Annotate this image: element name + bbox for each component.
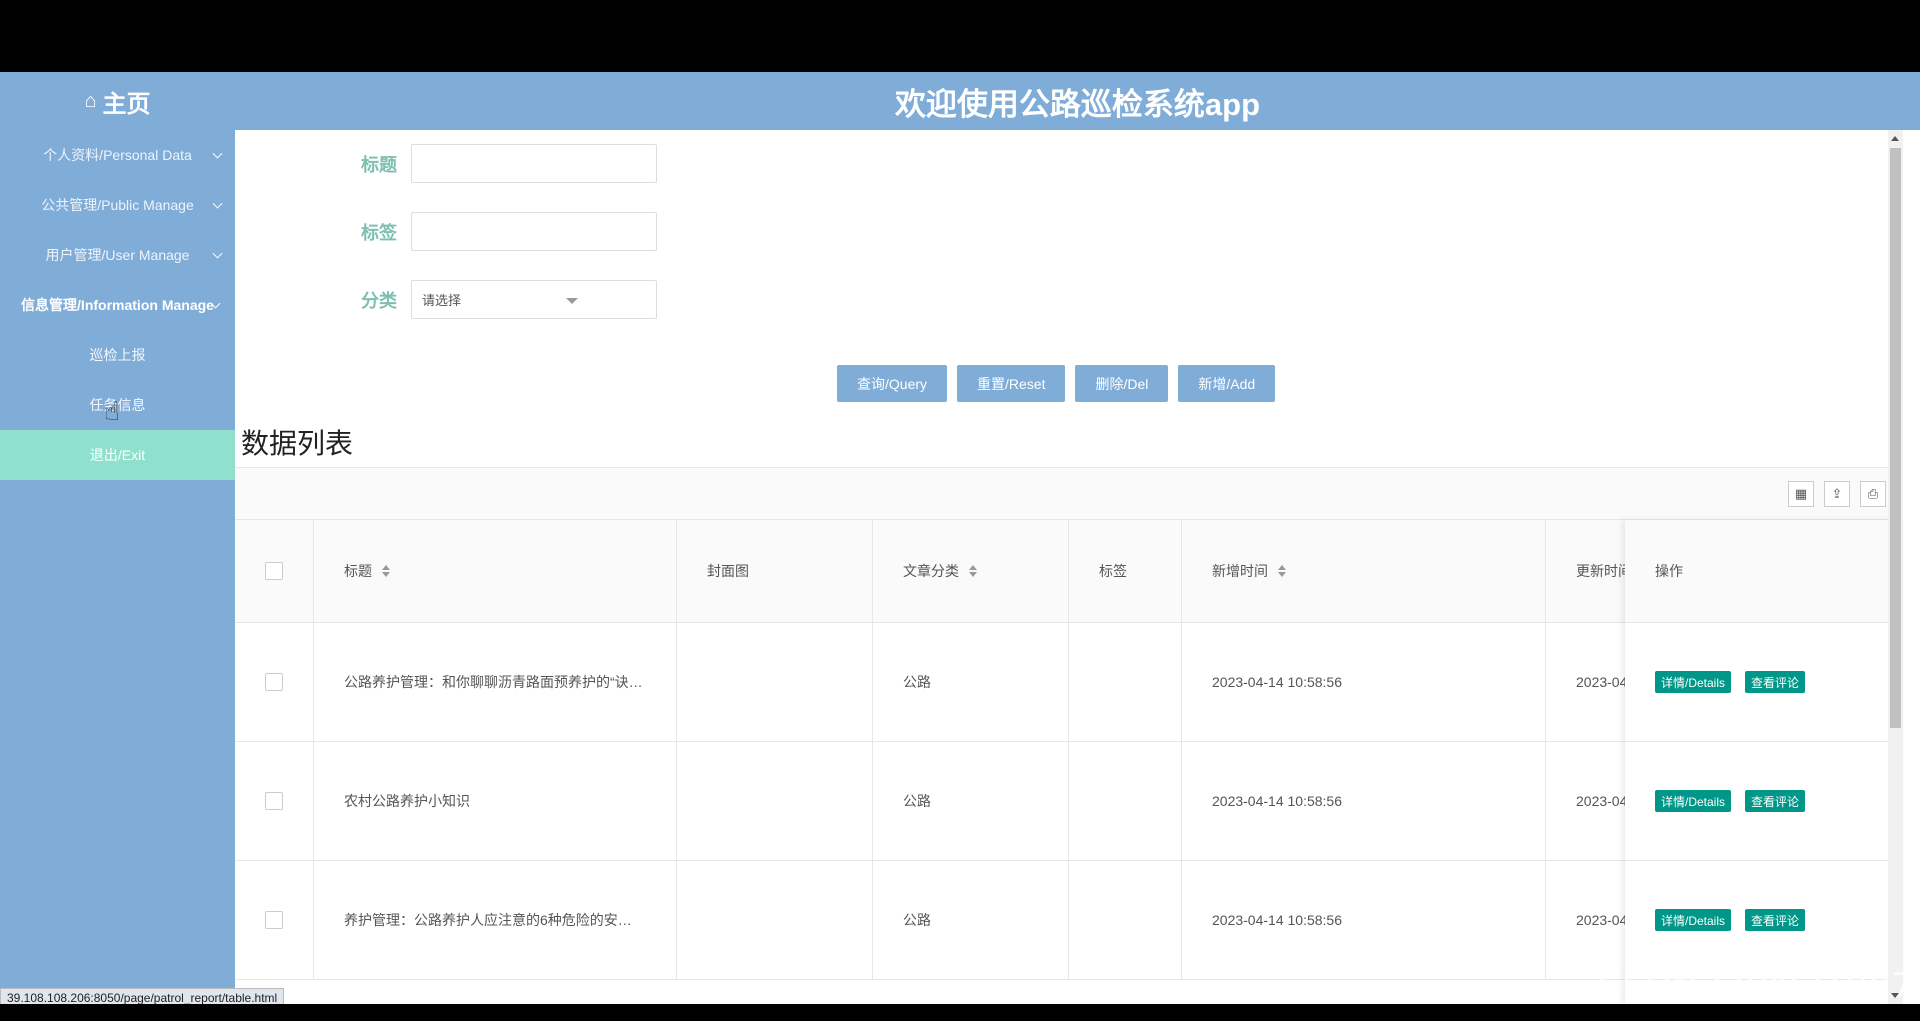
chevron-down-icon xyxy=(212,148,223,159)
header-select-cell xyxy=(235,520,314,622)
header-tag: 标签 xyxy=(1069,520,1182,622)
row-checkbox[interactable] xyxy=(265,911,283,929)
sort-icon[interactable] xyxy=(1278,565,1286,577)
scrollbar-thumb[interactable] xyxy=(1890,148,1901,728)
row-created: 2023-04-14 10:58:56 xyxy=(1182,623,1546,741)
columns-filter-icon[interactable]: ▦ xyxy=(1788,481,1814,507)
data-list-title: 数据列表 xyxy=(241,428,354,459)
row-category: 公路 xyxy=(873,861,1069,979)
details-button[interactable]: 详情/Details xyxy=(1655,790,1732,812)
sidebar: 个人资料/Personal Data 公共管理/Public Manage 用户… xyxy=(0,130,235,1004)
view-comments-button[interactable]: 查看评论 xyxy=(1745,671,1806,693)
tag-label: 标签 xyxy=(361,222,397,243)
home-label: 主页 xyxy=(102,90,151,118)
query-button[interactable]: 查询/Query xyxy=(837,365,948,402)
row-title: 公路养护管理：和你聊聊沥青路面预养护的“诀… xyxy=(314,623,677,741)
sidebar-item-label: 公共管理/Public Manage xyxy=(41,197,194,213)
category-select-value: 请选择 xyxy=(422,293,462,308)
details-button[interactable]: 详情/Details xyxy=(1655,909,1732,931)
tag-input[interactable] xyxy=(411,212,657,251)
header-bar: ⌂ 主页 欢迎使用公路巡检系统app xyxy=(0,72,1920,130)
header-category-label: 文章分类 xyxy=(903,563,959,579)
sidebar-exit-button[interactable]: 退出/Exit xyxy=(0,430,235,480)
row-ops: 详情/Details 查看评论 xyxy=(1625,742,1903,861)
chevron-down-icon xyxy=(212,248,223,259)
header-created[interactable]: 新增时间 xyxy=(1182,520,1546,622)
row-select-cell xyxy=(235,742,314,860)
sidebar-item-label: 信息管理/Information Manage xyxy=(21,297,214,313)
select-all-checkbox[interactable] xyxy=(265,562,283,580)
row-ops: 详情/Details 查看评论 xyxy=(1625,861,1903,980)
delete-button[interactable]: 删除/Del xyxy=(1075,365,1169,402)
sort-icon[interactable] xyxy=(969,565,977,577)
row-title: 农村公路养护小知识 xyxy=(314,742,677,860)
row-select-cell xyxy=(235,861,314,979)
hand-cursor-icon: ☝ xyxy=(104,396,120,426)
row-select-cell xyxy=(235,623,314,741)
row-created: 2023-04-14 10:58:56 xyxy=(1182,742,1546,860)
title-label: 标题 xyxy=(361,154,397,175)
view-comments-button[interactable]: 查看评论 xyxy=(1745,790,1806,812)
app-title: 欢迎使用公路巡检系统app xyxy=(894,86,1261,122)
details-button[interactable]: 详情/Details xyxy=(1655,671,1732,693)
row-cover xyxy=(677,742,873,860)
main-content: 标题 标签 分类 请选择 查询/Query 重置/Reset 删除/Del 新增… xyxy=(235,130,1903,1004)
title-input[interactable] xyxy=(411,144,657,183)
search-category-row: 分类 请选择 xyxy=(235,280,657,319)
export-icon[interactable]: ⇪ xyxy=(1824,481,1850,507)
header-tag-label: 标签 xyxy=(1099,563,1127,579)
row-cover xyxy=(677,623,873,741)
sidebar-item-label: 个人资料/Personal Data xyxy=(43,147,192,163)
header-title[interactable]: 标题 xyxy=(314,520,677,622)
sidebar-item-public-manage[interactable]: 公共管理/Public Manage xyxy=(0,180,235,230)
header-cover: 封面图 xyxy=(677,520,873,622)
app-window: ⌂ 主页 欢迎使用公路巡检系统app 个人资料/Personal Data 公共… xyxy=(0,72,1920,1004)
search-title-row: 标题 xyxy=(235,144,657,183)
category-select[interactable]: 请选择 xyxy=(411,280,657,319)
header-category[interactable]: 文章分类 xyxy=(873,520,1069,622)
row-category: 公路 xyxy=(873,623,1069,741)
view-comments-button[interactable]: 查看评论 xyxy=(1745,909,1806,931)
row-title: 养护管理：公路养护人应注意的6种危险的安… xyxy=(314,861,677,979)
sidebar-subitem-patrol-report[interactable]: 巡检上报 xyxy=(0,330,235,380)
header-updated-label: 更新时间 xyxy=(1576,563,1632,579)
row-tag xyxy=(1069,742,1182,860)
row-created: 2023-04-14 10:58:56 xyxy=(1182,861,1546,979)
caret-down-icon xyxy=(566,298,578,304)
reset-button[interactable]: 重置/Reset xyxy=(957,365,1066,402)
action-buttons: 查询/Query 重置/Reset 删除/Del 新增/Add xyxy=(837,365,1276,402)
sidebar-item-user-manage[interactable]: 用户管理/User Manage xyxy=(0,230,235,280)
home-link[interactable]: ⌂ 主页 xyxy=(0,72,235,130)
chevron-down-icon xyxy=(212,198,223,209)
search-tag-row: 标签 xyxy=(235,212,657,251)
sidebar-item-personal-data[interactable]: 个人资料/Personal Data xyxy=(0,130,235,180)
sidebar-item-label: 用户管理/User Manage xyxy=(45,247,190,263)
home-icon: ⌂ xyxy=(84,89,97,112)
sort-icon[interactable] xyxy=(382,565,390,577)
header-title-label: 标题 xyxy=(344,563,372,579)
row-tag xyxy=(1069,861,1182,979)
operations-column: 操作 详情/Details 查看评论 详情/Details 查看评论 详情/De… xyxy=(1625,520,1903,1004)
category-label: 分类 xyxy=(361,290,397,311)
watermark: CSDN @BYSJ1987 xyxy=(1597,966,1914,1006)
row-category: 公路 xyxy=(873,742,1069,860)
header-created-label: 新增时间 xyxy=(1212,563,1268,579)
row-tag xyxy=(1069,623,1182,741)
add-button[interactable]: 新增/Add xyxy=(1178,365,1276,402)
row-ops: 详情/Details 查看评论 xyxy=(1625,623,1903,742)
screen-bottom-border xyxy=(0,1004,1920,1021)
print-icon[interactable]: ⎙ xyxy=(1860,481,1886,507)
row-checkbox[interactable] xyxy=(265,673,283,691)
header-cover-label: 封面图 xyxy=(707,563,749,579)
header-ops: 操作 xyxy=(1625,520,1903,623)
scroll-up-icon[interactable] xyxy=(1891,136,1899,141)
row-checkbox[interactable] xyxy=(265,792,283,810)
screen-top-border xyxy=(0,0,1920,72)
sidebar-item-information-manage[interactable]: 信息管理/Information Manage xyxy=(0,280,235,330)
table-toolbar: ▦ ⇪ ⎙ xyxy=(235,467,1903,520)
vertical-scrollbar[interactable] xyxy=(1888,130,1903,1004)
row-cover xyxy=(677,861,873,979)
